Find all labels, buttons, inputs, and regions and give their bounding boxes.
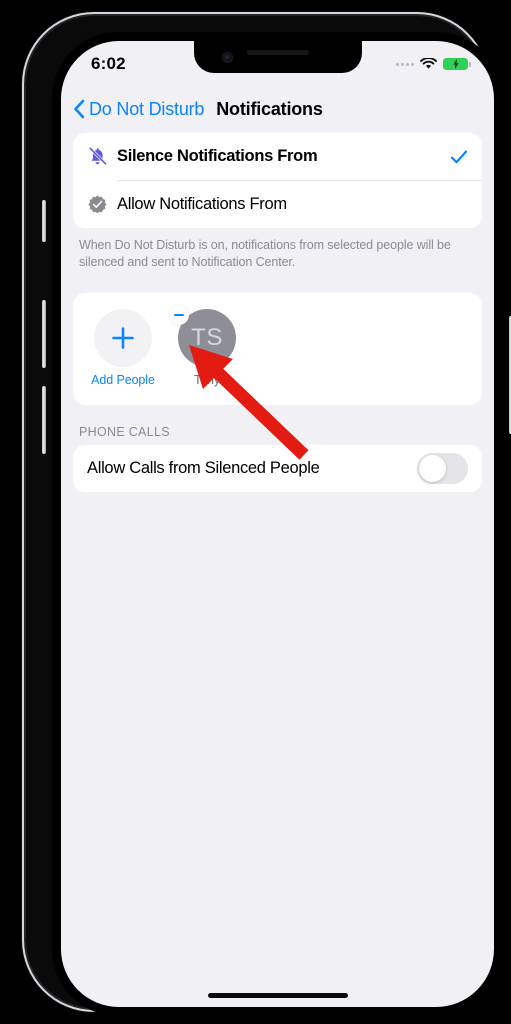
status-indicators: [396, 58, 471, 70]
back-label: Do Not Disturb: [89, 98, 205, 119]
home-indicator[interactable]: [207, 993, 348, 998]
footnote-text: When Do Not Disturb is on, notifications…: [79, 238, 451, 269]
back-button[interactable]: Do Not Disturb: [73, 99, 204, 120]
add-people-button[interactable]: [94, 308, 152, 367]
signal-dots-icon: [396, 62, 414, 66]
wifi-icon: [420, 58, 437, 69]
navigation-bar: Do Not Disturb Notifications: [61, 85, 494, 133]
people-card: Add People TS Tony: [73, 292, 482, 405]
person-name-label: Tony: [193, 372, 220, 387]
notch: [193, 41, 362, 73]
charging-bolt-icon: [453, 59, 458, 69]
option-silence-notifications-from[interactable]: Silence Notifications From: [73, 133, 482, 180]
plus-icon: [112, 326, 134, 349]
add-people-label: Add People: [91, 372, 155, 387]
front-camera-icon: [221, 52, 233, 63]
volume-down-button[interactable]: [42, 386, 46, 454]
silent-switch[interactable]: [42, 200, 46, 242]
phone-calls-card: Allow Calls from Silenced People: [73, 444, 482, 492]
notification-mode-card: Silence Notifications From Allow Notific…: [73, 133, 482, 228]
allow-calls-row[interactable]: Allow Calls from Silenced People: [73, 445, 482, 492]
section-header-phone-calls: PHONE CALLS: [79, 424, 170, 439]
earpiece-speaker: [246, 50, 309, 55]
settings-content: Silence Notifications From Allow Notific…: [61, 133, 494, 1007]
minus-badge-icon[interactable]: [169, 304, 189, 325]
person-item-tony[interactable]: TS Tony: [169, 304, 241, 387]
checkmark-seal-icon: [87, 194, 113, 215]
volume-up-button[interactable]: [42, 300, 46, 368]
phone-screen: 6:02 Do Not Disturb Notifications Silenc…: [61, 41, 494, 1007]
add-people-item[interactable]: Add People: [89, 308, 157, 387]
checkmark-icon: [450, 150, 468, 163]
chevron-left-icon: [74, 99, 85, 119]
page-title: Notifications: [216, 98, 323, 119]
allow-calls-label: Allow Calls from Silenced People: [87, 458, 320, 477]
allow-calls-toggle[interactable]: [417, 452, 468, 484]
option-label: Silence Notifications From: [117, 147, 318, 165]
bell-slash-icon: [87, 146, 113, 167]
toggle-knob: [419, 454, 446, 482]
battery-charging-icon: [443, 58, 471, 70]
status-time: 6:02: [91, 54, 126, 73]
option-label: Allow Notifications From: [117, 195, 287, 213]
device-frame: 6:02 Do Not Disturb Notifications Silenc…: [22, 12, 511, 1016]
people-row: Add People TS Tony: [89, 304, 482, 387]
option-allow-notifications-from[interactable]: Allow Notifications From: [73, 181, 482, 228]
